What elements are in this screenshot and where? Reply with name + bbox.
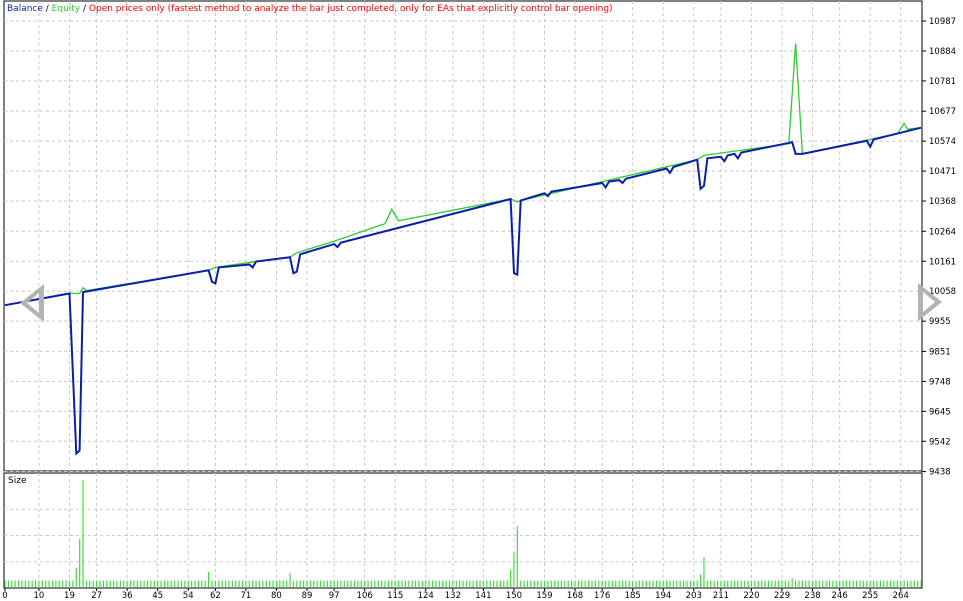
x-tick-label: 36 — [122, 591, 133, 601]
x-tick-label: 194 — [655, 591, 671, 601]
x-tick-label: 159 — [536, 591, 552, 601]
y-tick-label: 9955 — [929, 317, 951, 327]
chart-canvas: 1098710884107811067710574104711036810264… — [2, 0, 956, 601]
price-axis: 10987 10884 10781 10677 10574 10471 10368 10264… — [922, 17, 956, 478]
x-tick-label: 124 — [418, 591, 434, 601]
y-tick-label: 10884 — [929, 47, 956, 57]
x-tick-label: 19 — [64, 591, 75, 601]
size-chart-panel — [3, 472, 923, 589]
size-panel-title: Size — [8, 476, 27, 486]
x-tick-label: 27 — [91, 591, 102, 601]
legend-mode-description: Open prices only (fastest method to anal… — [89, 4, 613, 14]
x-tick-label: 220 — [743, 591, 759, 601]
y-tick-label: 10781 — [929, 77, 956, 87]
legend-separator: / — [80, 4, 89, 14]
x-tick-label: 71 — [240, 591, 251, 601]
x-tick-label: 62 — [210, 591, 221, 601]
x-tick-label: 132 — [445, 591, 461, 601]
legend-equity: Equity — [52, 4, 81, 14]
x-tick-label: 246 — [832, 591, 848, 601]
x-tick-label: 141 — [475, 591, 491, 601]
y-tick-label: 10574 — [929, 137, 956, 147]
x-tick-label: 264 — [893, 591, 909, 601]
y-tick-label: 10987 — [929, 17, 956, 27]
bar-axis: 0 10 19 27 36 45 54 62 71 80 89 97 106 115 124 132 141 15… — [2, 588, 909, 601]
x-tick-label: 97 — [329, 591, 340, 601]
x-tick-label: 185 — [625, 591, 641, 601]
legend: Balance / Equity / Open prices only (fas… — [7, 4, 613, 14]
y-tick-label: 10264 — [929, 227, 956, 237]
y-tick-label: 9542 — [929, 437, 951, 447]
y-tick-label: 9438 — [929, 468, 951, 478]
x-tick-label: 168 — [567, 591, 583, 601]
y-tick-label: 10471 — [929, 167, 956, 177]
x-tick-label: 45 — [152, 591, 163, 601]
x-tick-label: 229 — [774, 591, 790, 601]
x-tick-label: 115 — [387, 591, 403, 601]
legend-separator: / — [43, 4, 52, 14]
x-tick-label: 10 — [34, 591, 45, 601]
x-tick-label: 80 — [271, 591, 282, 601]
x-tick-label: 255 — [862, 591, 878, 601]
x-tick-label: 54 — [183, 591, 194, 601]
x-tick-label: 238 — [804, 591, 820, 601]
x-tick-label: 0 — [2, 591, 7, 601]
legend-balance: Balance — [7, 4, 43, 14]
equity-chart-panel — [3, 0, 923, 472]
y-tick-label: 10677 — [929, 107, 956, 117]
x-tick-label: 89 — [302, 591, 313, 601]
x-tick-label: 150 — [506, 591, 522, 601]
y-tick-label: 9851 — [929, 347, 951, 357]
y-tick-label: 9748 — [929, 377, 951, 387]
y-tick-label: 10368 — [929, 197, 956, 207]
x-tick-label: 176 — [594, 591, 610, 601]
y-tick-label: 10161 — [929, 257, 956, 267]
y-tick-label: 9645 — [929, 407, 951, 417]
x-tick-label: 211 — [713, 591, 729, 601]
x-tick-label: 106 — [357, 591, 373, 601]
x-tick-label: 203 — [686, 591, 702, 601]
